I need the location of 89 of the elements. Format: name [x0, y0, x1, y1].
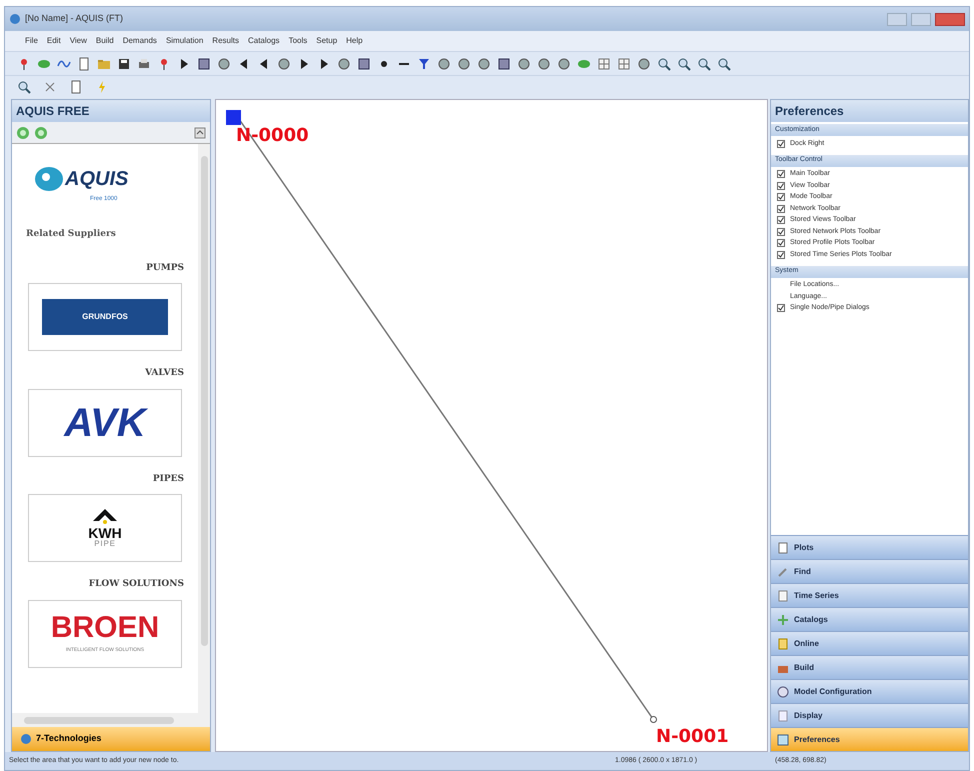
logo-text: AQUIS — [65, 167, 128, 192]
checkbox[interactable] — [777, 204, 785, 213]
page-icon[interactable] — [69, 80, 83, 94]
grid-icon[interactable] — [597, 56, 611, 70]
checkbox[interactable] — [777, 140, 785, 148]
nav-button[interactable]: Time Series — [771, 583, 968, 607]
nav-button[interactable]: Online — [771, 631, 968, 655]
circle-icon — [777, 686, 789, 698]
menu-item[interactable]: Simulation — [166, 35, 204, 47]
menu-item[interactable]: Results — [212, 35, 239, 47]
circle-icon[interactable] — [337, 56, 351, 70]
logo-text: AVK — [64, 402, 146, 442]
circle-icon[interactable] — [217, 56, 231, 70]
scrollbar[interactable] — [198, 144, 210, 713]
close-button[interactable] — [935, 12, 965, 26]
circle-icon[interactable] — [477, 56, 491, 70]
supplier-logo[interactable]: KWH PIPE — [28, 494, 182, 562]
panel-title: Preferences — [771, 100, 968, 122]
menu-item[interactable]: Build — [96, 35, 114, 47]
checkbox[interactable] — [777, 182, 785, 190]
nav-button[interactable]: Preferences — [771, 727, 968, 751]
square-icon — [777, 734, 789, 746]
circle-icon[interactable] — [517, 56, 531, 70]
category-label: VALVES — [144, 367, 184, 380]
supplier-logo[interactable]: AVK — [28, 388, 182, 456]
panel-title: AQUIS FREE — [12, 100, 210, 122]
square-icon[interactable] — [497, 56, 511, 70]
globe-icon — [9, 13, 21, 25]
menu-item[interactable]: Catalogs — [248, 35, 280, 47]
page-icon — [777, 710, 789, 722]
circle-icon[interactable] — [557, 56, 571, 70]
panel-tab[interactable]: 7-Technologies — [12, 727, 210, 751]
window-title: [No Name] - AQUIS (FT) — [25, 12, 124, 26]
square-icon[interactable] — [357, 56, 371, 70]
page-icon[interactable] — [77, 56, 91, 70]
circle-icon[interactable] — [437, 56, 451, 70]
circle-icon[interactable] — [637, 56, 651, 70]
checkbox[interactable] — [777, 228, 785, 236]
category-label: FLOW SOLUTIONS — [88, 578, 184, 591]
node-square[interactable] — [226, 110, 241, 125]
category-label: PIPES — [152, 472, 184, 486]
menu-item[interactable]: View — [70, 35, 87, 47]
section-heading: Related Suppliers — [26, 228, 117, 241]
logo-subtitle: PIPE — [94, 540, 116, 548]
checkbox[interactable] — [777, 170, 785, 178]
menu-item[interactable]: Demands — [122, 35, 157, 47]
menu-item[interactable]: Setup — [316, 35, 338, 47]
printer-icon[interactable] — [137, 56, 151, 70]
horizontal-scrollbar[interactable] — [12, 713, 210, 727]
diamond-logo-icon — [92, 508, 118, 526]
checkbox[interactable] — [777, 216, 785, 224]
plus-icon — [777, 614, 789, 626]
page-icon — [777, 542, 789, 554]
nav-button[interactable]: Display — [771, 703, 968, 727]
funnel-icon[interactable] — [417, 56, 431, 70]
nav-button[interactable]: Plots — [771, 535, 968, 559]
droplet-logo-icon — [34, 165, 64, 193]
checkbox[interactable] — [777, 250, 785, 259]
checkbox[interactable] — [777, 304, 785, 312]
scissors-icon[interactable] — [43, 80, 57, 94]
magnifier-icon[interactable] — [657, 56, 671, 70]
nav-button[interactable]: Build — [771, 655, 968, 679]
nav-button[interactable]: Model Configuration — [771, 679, 968, 703]
checkbox[interactable] — [777, 239, 785, 248]
menu-item[interactable]: Edit — [46, 35, 61, 47]
logo-text: BROEN — [50, 612, 160, 643]
magnifier-icon[interactable] — [697, 56, 711, 70]
nav-button[interactable]: Find — [771, 559, 968, 583]
page-icon — [777, 590, 789, 602]
logo-text: KWH — [88, 526, 122, 540]
magnifier-icon[interactable] — [17, 80, 31, 94]
supplier-logo[interactable]: GRUNDFOS — [28, 283, 182, 351]
menu-item[interactable]: File — [25, 35, 38, 47]
logo-text: GRUNDFOS — [42, 299, 168, 335]
grid-icon[interactable] — [617, 56, 631, 70]
nav-button[interactable]: Catalogs — [771, 607, 968, 631]
category-label: PUMPS — [145, 262, 184, 274]
magnifier-icon[interactable] — [677, 56, 691, 70]
page-icon — [777, 638, 789, 650]
circle-icon[interactable] — [277, 56, 291, 70]
square-icon[interactable] — [197, 56, 211, 70]
node-label: N-0001 — [656, 725, 729, 749]
circle-icon[interactable] — [537, 56, 551, 70]
magnifier-icon[interactable] — [717, 56, 731, 70]
circle-icon[interactable] — [457, 56, 471, 70]
menu-item[interactable]: Help — [346, 35, 363, 47]
checkbox[interactable] — [777, 193, 785, 202]
globe-icon — [20, 733, 32, 745]
menu-item[interactable]: Tools — [288, 35, 308, 47]
